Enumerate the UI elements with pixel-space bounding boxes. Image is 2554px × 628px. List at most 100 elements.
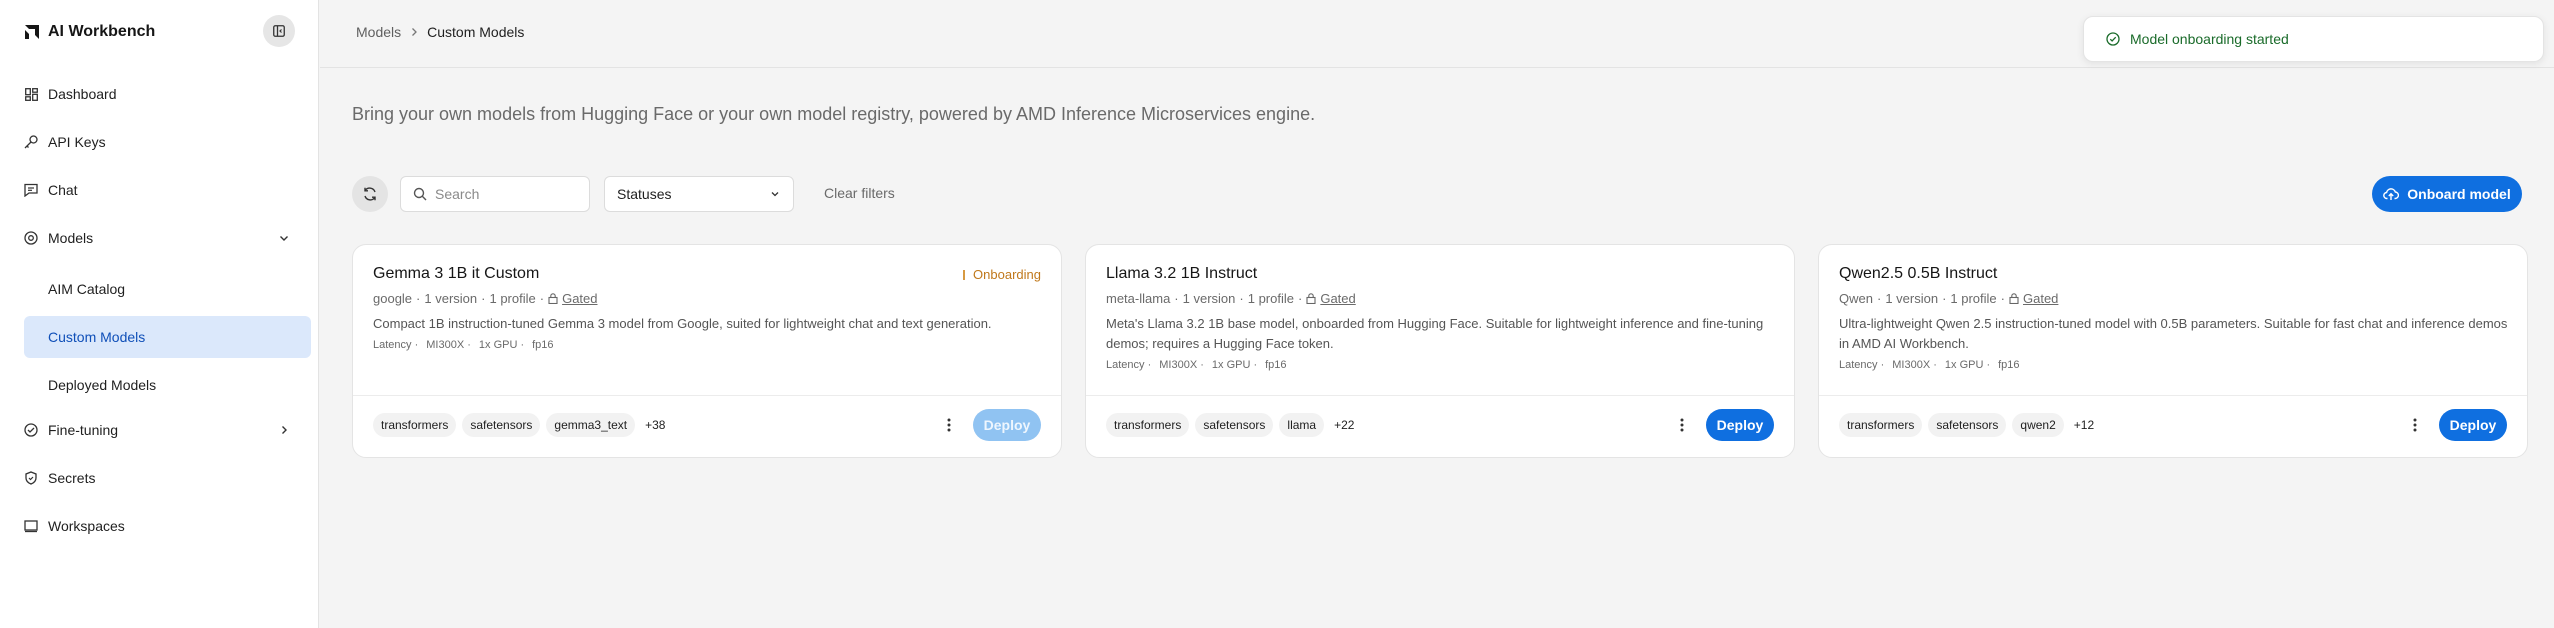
sidebar-item-label: Secrets	[48, 470, 96, 486]
sidebar-item-fine-tuning[interactable]: Fine-tuning	[24, 412, 311, 448]
card-divider	[1086, 395, 1794, 396]
sidebar-item-secrets[interactable]: Secrets	[24, 460, 311, 496]
onboard-model-button[interactable]: Onboard model	[2372, 176, 2522, 212]
spec-precision: fp16	[1998, 359, 2020, 371]
search-input[interactable]	[435, 186, 575, 202]
spec-precision: fp16	[1265, 359, 1287, 371]
model-card-specs: Latency · MI300X · 1x GPU · fp16	[1839, 359, 2020, 371]
gated-link[interactable]: Gated	[2009, 291, 2058, 306]
sidebar-item-label: Dashboard	[48, 86, 117, 102]
clear-filters-link[interactable]: Clear filters	[824, 185, 895, 201]
tag-chip: transformers	[1106, 413, 1190, 437]
spec-latency: Latency ·	[373, 339, 419, 351]
tag-chip: safetensors	[1195, 413, 1274, 437]
model-cards-grid: Gemma 3 1B it Custom Onboarding google · …	[352, 244, 2528, 458]
chevron-down-icon	[771, 192, 779, 197]
search-box	[400, 176, 590, 212]
tag-chip: qwen2	[2012, 413, 2064, 437]
model-card-meta: google · 1 version · 1 profile · Gated	[373, 291, 598, 306]
more-options-button[interactable]	[937, 413, 961, 437]
status-indicator-icon	[963, 269, 966, 280]
refresh-button[interactable]	[352, 176, 388, 212]
lock-icon	[548, 293, 558, 304]
gated-link[interactable]: Gated	[1306, 291, 1356, 306]
model-card-title: Gemma 3 1B it Custom	[373, 265, 540, 282]
card-divider	[353, 395, 1061, 396]
more-options-button[interactable]	[2403, 413, 2427, 437]
model-versions: 1 version	[1885, 291, 1939, 306]
model-card-description: Compact 1B instruction-tuned Gemma 3 mod…	[373, 316, 992, 331]
onboard-model-label: Onboard model	[2407, 186, 2511, 202]
deploy-button[interactable]: Deploy	[1706, 409, 1774, 441]
sidebar-item-label: Chat	[48, 182, 78, 198]
sidebar-item-dashboard[interactable]: Dashboard	[24, 76, 311, 112]
tag-chip: gemma3_text	[546, 413, 636, 437]
model-card-specs: Latency · MI300X · 1x GPU · fp16	[1106, 359, 1287, 371]
fine-tuning-icon	[24, 423, 38, 437]
sidebar-item-models[interactable]: Models	[24, 220, 311, 256]
chat-icon	[24, 183, 38, 197]
sidebar-item-api-keys[interactable]: API Keys	[24, 124, 311, 160]
chevron-right-icon	[409, 24, 419, 40]
sidebar-item-aim-catalog[interactable]: AIM Catalog	[24, 268, 311, 310]
status-filter-select[interactable]: Statuses	[604, 176, 794, 212]
gated-link[interactable]: Gated	[548, 291, 598, 306]
model-tags: transformers safetensors qwen2 +12	[1839, 413, 2098, 437]
filter-toolbar: Statuses Clear filters Onboard model	[352, 176, 2522, 212]
model-card-description: Meta's Llama 3.2 1B base model, onboarde…	[1106, 316, 1764, 351]
model-card-specs: Latency · MI300X · 1x GPU · fp16	[373, 339, 554, 351]
sidebar-item-deployed-models[interactable]: Deployed Models	[24, 364, 311, 406]
chevron-right-icon	[277, 423, 291, 437]
card-divider	[1819, 395, 2527, 396]
sidebar-item-label: API Keys	[48, 134, 106, 150]
tag-chip: transformers	[1839, 413, 1923, 437]
breadcrumb-models-link[interactable]: Models	[356, 24, 401, 40]
app-brand[interactable]: AI Workbench	[24, 22, 155, 42]
model-card-title: Qwen2.5 0.5B Instruct	[1839, 265, 1998, 282]
deploy-button[interactable]: Deploy	[2439, 409, 2507, 441]
tag-chip: transformers	[373, 413, 457, 437]
model-card[interactable]: Llama 3.2 1B Instruct meta-llama · 1 vers…	[1085, 244, 1795, 458]
model-tags: transformers safetensors gemma3_text +38	[373, 413, 669, 437]
model-profiles: 1 profile	[489, 291, 536, 306]
sidebar-toggle-icon	[273, 25, 285, 37]
shield-icon	[24, 471, 38, 485]
sidebar-item-label: Custom Models	[48, 329, 146, 345]
sidebar-item-custom-models[interactable]: Custom Models	[24, 316, 311, 358]
gated-label: Gated	[2023, 291, 2059, 306]
spec-gpu-count: 1x GPU ·	[1211, 359, 1258, 371]
workspace-icon	[24, 519, 38, 533]
spec-latency: Latency ·	[1106, 359, 1152, 371]
kebab-menu-icon	[1680, 418, 1684, 432]
model-profiles: 1 profile	[1950, 291, 1997, 306]
spec-latency: Latency ·	[1839, 359, 1885, 371]
collapse-sidebar-button[interactable]	[263, 15, 295, 47]
sidebar: AI Workbench Dashboard API Keys Chat Mod…	[0, 0, 319, 628]
model-card[interactable]: Gemma 3 1B it Custom Onboarding google · …	[352, 244, 1062, 458]
model-owner: Qwen	[1839, 291, 1873, 306]
model-versions: 1 version	[424, 291, 478, 306]
search-icon	[413, 187, 427, 201]
cloud-upload-icon	[2383, 188, 2400, 200]
sidebar-item-label: Deployed Models	[48, 377, 157, 393]
model-card[interactable]: Qwen2.5 0.5B Instruct Qwen · 1 version · 1…	[1818, 244, 2528, 458]
sidebar-item-label: AIM Catalog	[48, 281, 126, 297]
more-tags-count[interactable]: +38	[641, 418, 669, 432]
spec-gpu-model: MI300X ·	[1159, 359, 1204, 371]
spec-gpu-count: 1x GPU ·	[478, 339, 525, 351]
sidebar-item-label: Fine-tuning	[48, 422, 119, 438]
app-title: AI Workbench	[48, 23, 156, 40]
models-icon	[24, 231, 38, 245]
more-options-button[interactable]	[1670, 413, 1694, 437]
spec-precision: fp16	[532, 339, 554, 351]
more-tags-count[interactable]: +12	[2070, 418, 2098, 432]
sidebar-item-label: Workspaces	[48, 518, 125, 534]
sidebar-item-workspaces[interactable]: Workspaces	[24, 508, 311, 544]
deploy-button[interactable]: Deploy	[973, 409, 1041, 441]
dashboard-icon	[24, 87, 38, 101]
model-card-title: Llama 3.2 1B Instruct	[1106, 265, 1258, 282]
more-tags-count[interactable]: +22	[1330, 418, 1358, 432]
model-owner: google	[373, 291, 413, 306]
sidebar-item-chat[interactable]: Chat	[24, 172, 311, 208]
chevron-down-icon	[277, 231, 291, 245]
